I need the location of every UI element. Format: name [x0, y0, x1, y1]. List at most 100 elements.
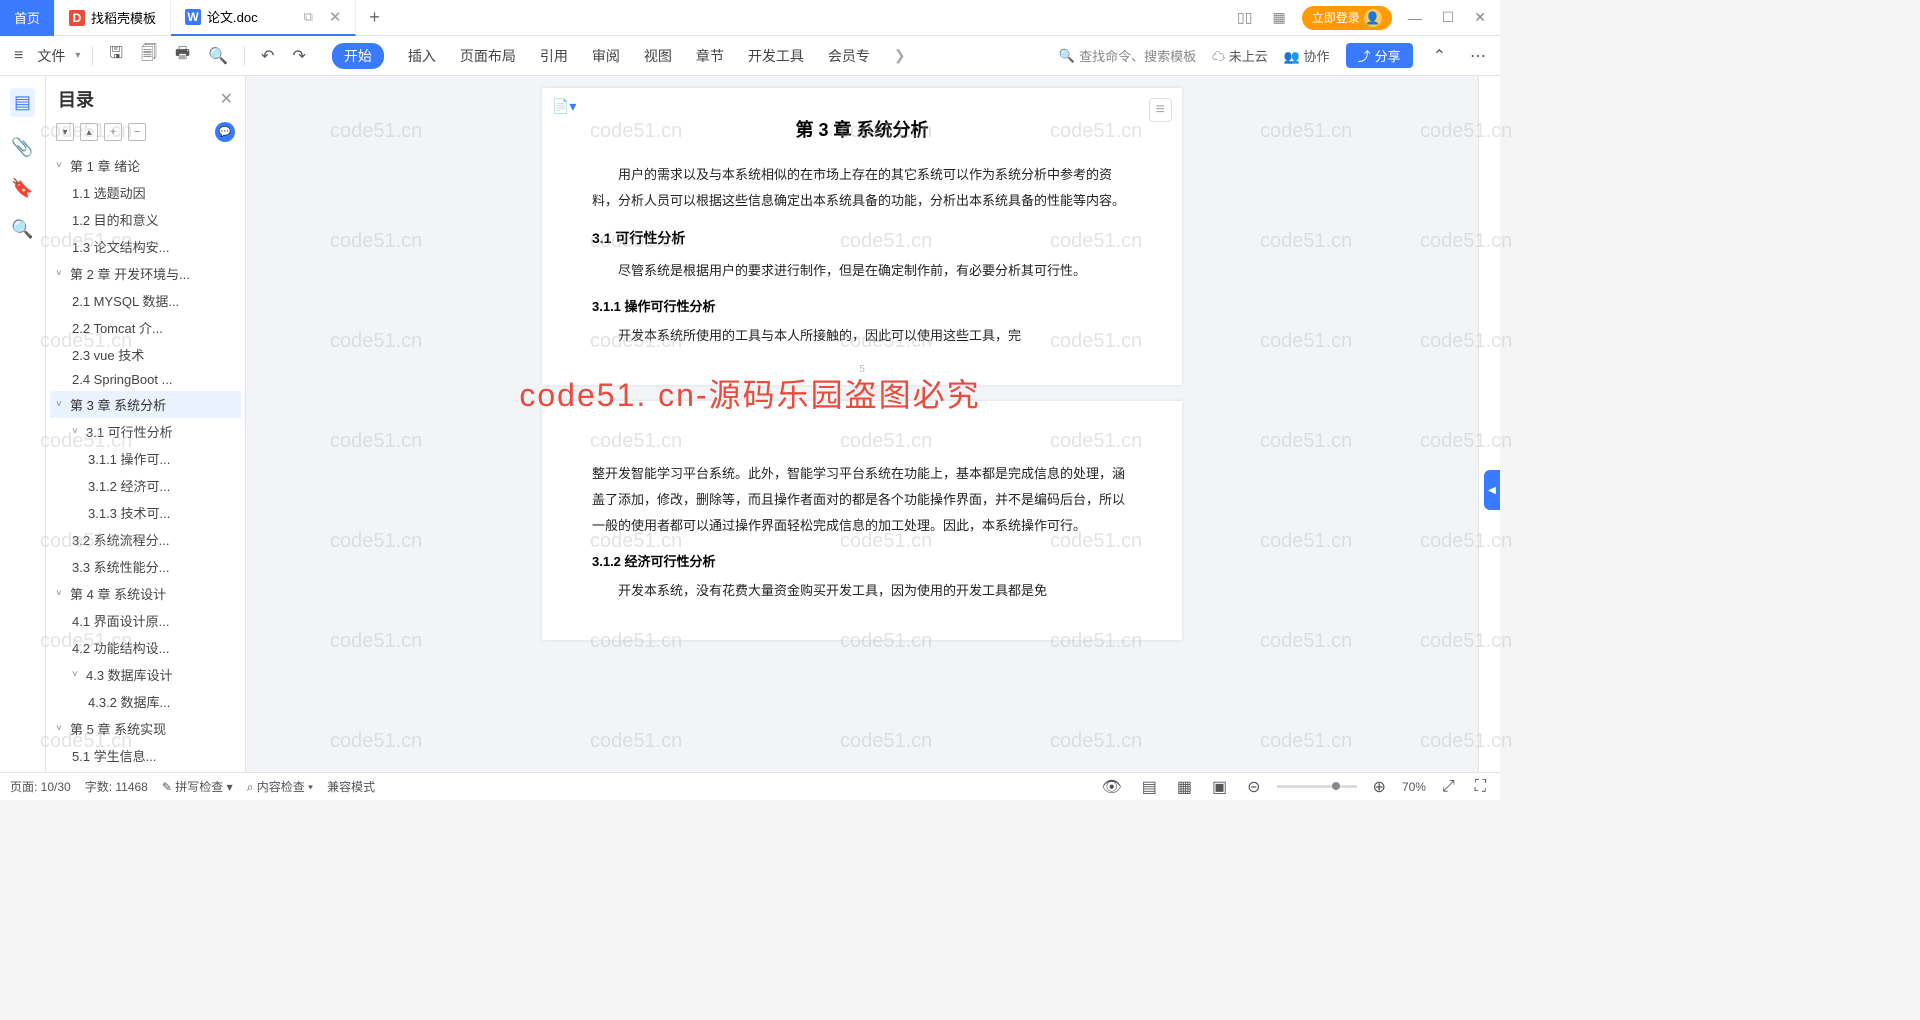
- chevron-down-icon[interactable]: ˅: [72, 669, 84, 680]
- side-pull-tab[interactable]: ◀: [1484, 470, 1500, 510]
- undo-icon[interactable]: ↶: [257, 44, 278, 68]
- chevron-down-icon[interactable]: ˅: [56, 588, 68, 599]
- saveas-icon[interactable]: 🗐: [137, 40, 161, 71]
- page-settings-icon[interactable]: 📄▾: [552, 98, 576, 115]
- add-heading-icon[interactable]: +: [104, 123, 122, 141]
- login-button[interactable]: 立即登录 👤: [1302, 6, 1392, 30]
- toc-item[interactable]: 4.1 界面设计原...: [50, 607, 241, 634]
- document-area[interactable]: 📄▾ ≡ 第 3 章 系统分析 用户的需求以及与本系统相似的在市场上存在的其它系…: [246, 76, 1478, 772]
- toc-item[interactable]: 3.1.1 操作可...: [50, 445, 241, 472]
- tab-template[interactable]: D 找稻壳模板: [55, 0, 171, 36]
- fullscreen-icon[interactable]: ⛶: [1471, 776, 1490, 798]
- tab-home[interactable]: 首页: [0, 0, 55, 36]
- collab-button[interactable]: 👥 协作: [1284, 46, 1330, 65]
- popout-icon[interactable]: ⧉: [304, 9, 313, 25]
- toc-item[interactable]: 2.1 MYSQL 数据...: [50, 287, 241, 314]
- toc-item[interactable]: ˅第 1 章 绪论: [50, 152, 241, 179]
- status-contentcheck[interactable]: ⌕ 内容检查 ▾: [247, 778, 313, 795]
- toc-item[interactable]: 3.1.3 技术可...: [50, 499, 241, 526]
- bookmark-icon[interactable]: 🔖: [11, 178, 33, 199]
- chevron-down-icon[interactable]: ˅: [56, 268, 68, 279]
- tab-document-label: 论文.doc: [207, 7, 258, 26]
- toc-item[interactable]: ˅3.1 可行性分析: [50, 418, 241, 445]
- zoom-out-icon[interactable]: ⊝: [1243, 775, 1264, 799]
- search-rail-icon[interactable]: 🔍: [11, 219, 33, 240]
- chevron-down-icon[interactable]: ˅: [56, 160, 68, 171]
- layout-icon[interactable]: ▯▯: [1233, 9, 1256, 26]
- toc-item[interactable]: 2.3 vue 技术: [50, 341, 241, 368]
- rtab-member[interactable]: 会员专: [828, 46, 870, 66]
- toc-item-label: 2.2 Tomcat 介...: [72, 318, 163, 337]
- preview-icon[interactable]: 🔍: [204, 44, 232, 68]
- status-compat[interactable]: 兼容模式: [327, 778, 375, 795]
- add-tab-button[interactable]: +: [356, 7, 392, 28]
- rtab-review[interactable]: 审阅: [592, 46, 620, 66]
- page-options-icon[interactable]: ≡: [1149, 98, 1172, 122]
- chevron-down-icon[interactable]: ˅: [56, 723, 68, 734]
- minimize-icon[interactable]: —: [1404, 10, 1426, 26]
- rtab-layout[interactable]: 页面布局: [460, 46, 516, 66]
- collapse-all-icon[interactable]: ▾: [56, 123, 74, 141]
- toc-item[interactable]: 3.3 系统性能分...: [50, 553, 241, 580]
- rtab-insert[interactable]: 插入: [408, 46, 436, 66]
- toc-item[interactable]: ˅第 2 章 开发环境与...: [50, 260, 241, 287]
- toc-item[interactable]: 5.1 学生信息...: [50, 742, 241, 769]
- remove-heading-icon[interactable]: −: [128, 123, 146, 141]
- chevron-down-icon[interactable]: ˅: [56, 399, 68, 410]
- toc-item[interactable]: 2.2 Tomcat 介...: [50, 314, 241, 341]
- toc-item[interactable]: ˅第 5 章 系统实现: [50, 715, 241, 742]
- toc-item[interactable]: 4.2 功能结构设...: [50, 634, 241, 661]
- rtab-chapter[interactable]: 章节: [696, 46, 724, 66]
- rtab-devtools[interactable]: 开发工具: [748, 46, 804, 66]
- zoom-slider[interactable]: [1277, 785, 1357, 788]
- maximize-icon[interactable]: ☐: [1438, 9, 1459, 26]
- toc-item[interactable]: 1.3 论文结构安...: [50, 233, 241, 260]
- expand-all-icon[interactable]: ▴: [80, 123, 98, 141]
- cloud-status[interactable]: ☁ 未上云: [1212, 46, 1268, 65]
- command-search[interactable]: 🔍 查找命令、搜索模板: [1059, 46, 1196, 65]
- view-mode-1-icon[interactable]: 👁: [1097, 775, 1125, 799]
- toc-item[interactable]: 1.1 选题动因: [50, 179, 241, 206]
- ai-chat-icon[interactable]: 💬: [215, 122, 235, 142]
- tabs-bar: 首页 D 找稻壳模板 W 论文.doc ⧉ ✕ + ▯▯ ▦ 立即登录 👤 — …: [0, 0, 1500, 36]
- toc-item[interactable]: 5.2 课程信息...: [50, 769, 241, 772]
- chevron-down-icon[interactable]: ˅: [72, 426, 84, 437]
- print-icon[interactable]: 🖶: [171, 40, 194, 71]
- toc-item[interactable]: ˅第 3 章 系统分析: [50, 391, 241, 418]
- view-mode-3-icon[interactable]: ▦: [1173, 775, 1196, 799]
- share-button[interactable]: ⤴ 分享: [1346, 43, 1413, 68]
- toc-item[interactable]: 2.4 SpringBoot ...: [50, 368, 241, 391]
- outline-close-icon[interactable]: ✕: [220, 89, 233, 109]
- save-icon[interactable]: 🖫: [105, 40, 127, 71]
- rtab-start[interactable]: 开始: [332, 43, 384, 69]
- rtab-references[interactable]: 引用: [540, 46, 568, 66]
- more-icon[interactable]: ⋯: [1466, 44, 1490, 68]
- menu-icon[interactable]: ≡: [10, 45, 27, 67]
- collapse-ribbon-icon[interactable]: ⌃: [1429, 44, 1450, 68]
- apps-icon[interactable]: ▦: [1268, 9, 1289, 26]
- view-mode-2-icon[interactable]: ▤: [1138, 775, 1161, 799]
- outline-toggle-icon[interactable]: ▤: [10, 88, 35, 117]
- status-page[interactable]: 页面: 10/30: [10, 778, 71, 795]
- toc-item[interactable]: 4.3.2 数据库...: [50, 688, 241, 715]
- tab-document[interactable]: W 论文.doc ⧉ ✕: [171, 0, 356, 36]
- toc-item-label: 第 2 章 开发环境与...: [70, 264, 190, 283]
- status-words[interactable]: 字数: 11468: [85, 778, 148, 795]
- file-menu[interactable]: 文件: [37, 46, 65, 66]
- close-window-icon[interactable]: ✕: [1470, 9, 1490, 26]
- toc-item-label: 第 1 章 绪论: [70, 156, 140, 175]
- toc-item[interactable]: ˅第 4 章 系统设计: [50, 580, 241, 607]
- toc-item[interactable]: 3.2 系统流程分...: [50, 526, 241, 553]
- toc-item[interactable]: ˅4.3 数据库设计: [50, 661, 241, 688]
- view-mode-4-icon[interactable]: ▣: [1208, 775, 1231, 799]
- zoom-in-icon[interactable]: ⊕: [1369, 775, 1390, 799]
- redo-icon[interactable]: ↷: [288, 44, 309, 68]
- rtab-view[interactable]: 视图: [644, 46, 672, 66]
- status-spellcheck[interactable]: ✎ 拼写检查 ▾: [162, 778, 233, 795]
- close-tab-icon[interactable]: ✕: [329, 8, 342, 26]
- fit-width-icon[interactable]: ⤢: [1438, 776, 1459, 798]
- toc-item[interactable]: 1.2 目的和意义: [50, 206, 241, 233]
- zoom-value[interactable]: 70%: [1402, 780, 1426, 794]
- attachment-icon[interactable]: 📎: [11, 137, 33, 158]
- toc-item[interactable]: 3.1.2 经济可...: [50, 472, 241, 499]
